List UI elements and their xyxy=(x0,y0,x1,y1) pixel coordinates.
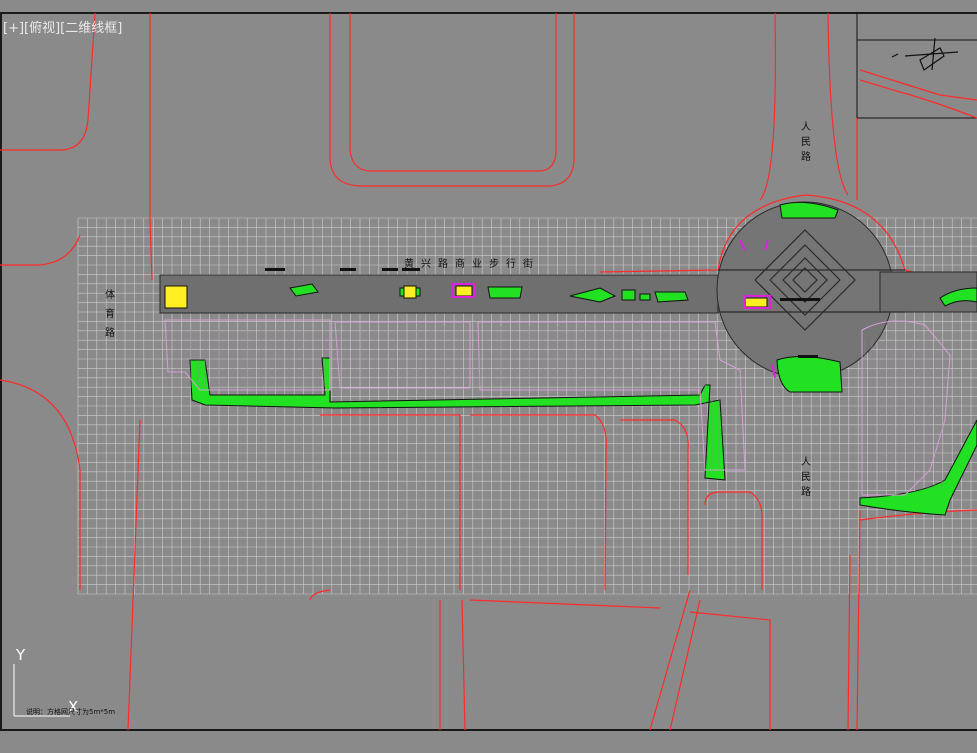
west-road-label: 体育路 xyxy=(105,290,115,339)
renmin-road-south-label: 人民路 xyxy=(801,457,811,498)
cad-drawing-canvas[interactable] xyxy=(0,0,977,753)
scale-note: 说明：方格网尺寸为5m*5m xyxy=(26,708,116,716)
renmin-road-north-label: 人民路 xyxy=(801,122,811,163)
viewport-controls-label[interactable]: [+][俯视][二维线框] xyxy=(3,17,122,36)
axis-y-label: Y xyxy=(16,646,26,664)
street-title: 黄兴路商业步行街 xyxy=(404,259,540,270)
